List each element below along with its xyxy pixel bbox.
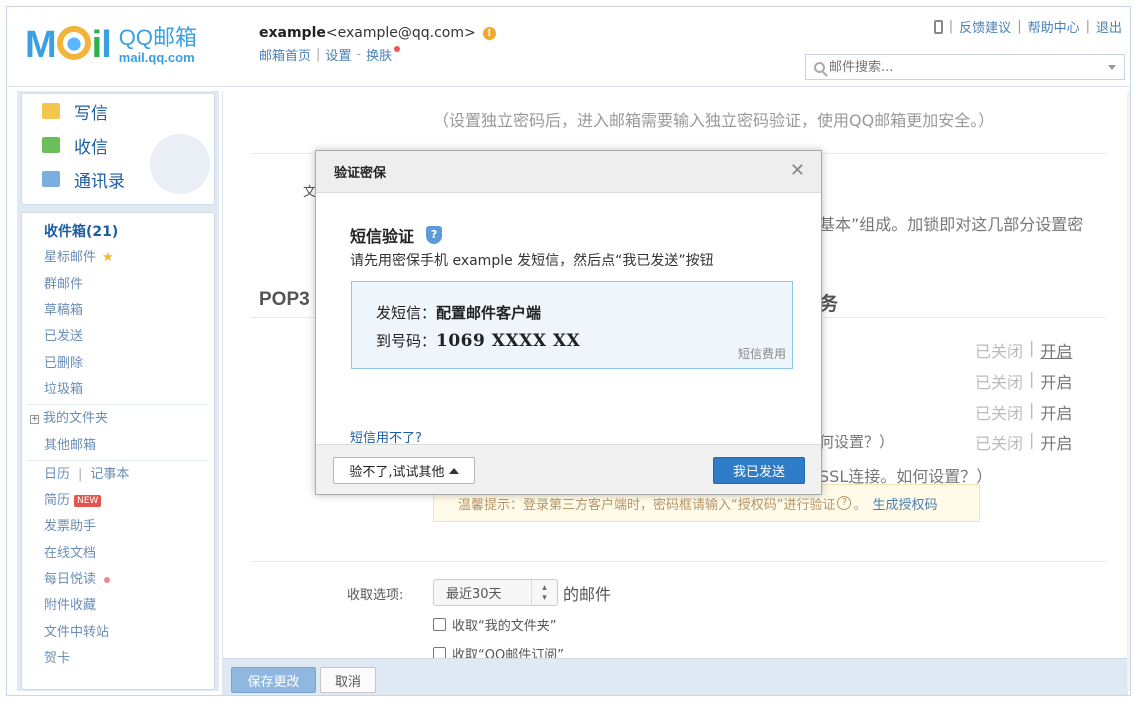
close-icon[interactable]: ✕ (790, 162, 805, 180)
sms-fee-link[interactable]: 短信费用 (738, 345, 786, 362)
sms-instructions: 请先用密保手机 example 发短信，然后点“我已发送”按钮 (350, 253, 714, 269)
sms-content-row: 发短信：配置邮件客户端 (376, 302, 541, 323)
dialog-title: 验证密保 (334, 166, 387, 181)
sms-content-value: 配置邮件客户端 (436, 304, 542, 322)
sms-number-label: 到号码： (376, 332, 437, 350)
sms-number-value: 1069 XXXX XX (436, 331, 581, 351)
verify-dialog: 验证密保 ✕ 短信验证 ? 请先用密保手机 example 发短信，然后点“我已… (315, 150, 822, 495)
sms-verify-heading: 短信验证 ? (350, 223, 443, 247)
sms-heading-text: 短信验证 (350, 227, 415, 246)
try-other-button[interactable]: 验不了,试试其他 (333, 457, 475, 484)
caret-up-icon (448, 467, 459, 474)
modal-overlay: 验证密保 ✕ 短信验证 ? 请先用密保手机 example 发短信，然后点“我已… (0, 0, 1135, 703)
sms-content-label: 发短信： (376, 304, 437, 322)
dialog-footer: 验不了,试试其他 我已发送 (316, 444, 821, 494)
try-other-label: 验不了,试试其他 (349, 465, 445, 480)
shield-icon: ? (426, 226, 443, 244)
sms-number-row: 到号码：1069 XXXX XX (376, 330, 580, 351)
sms-info-box: 发短信：配置邮件客户端 到号码：1069 XXXX XX 短信费用 (351, 281, 793, 369)
i-have-sent-button[interactable]: 我已发送 (713, 457, 805, 484)
dialog-header: 验证密保 (316, 151, 821, 193)
